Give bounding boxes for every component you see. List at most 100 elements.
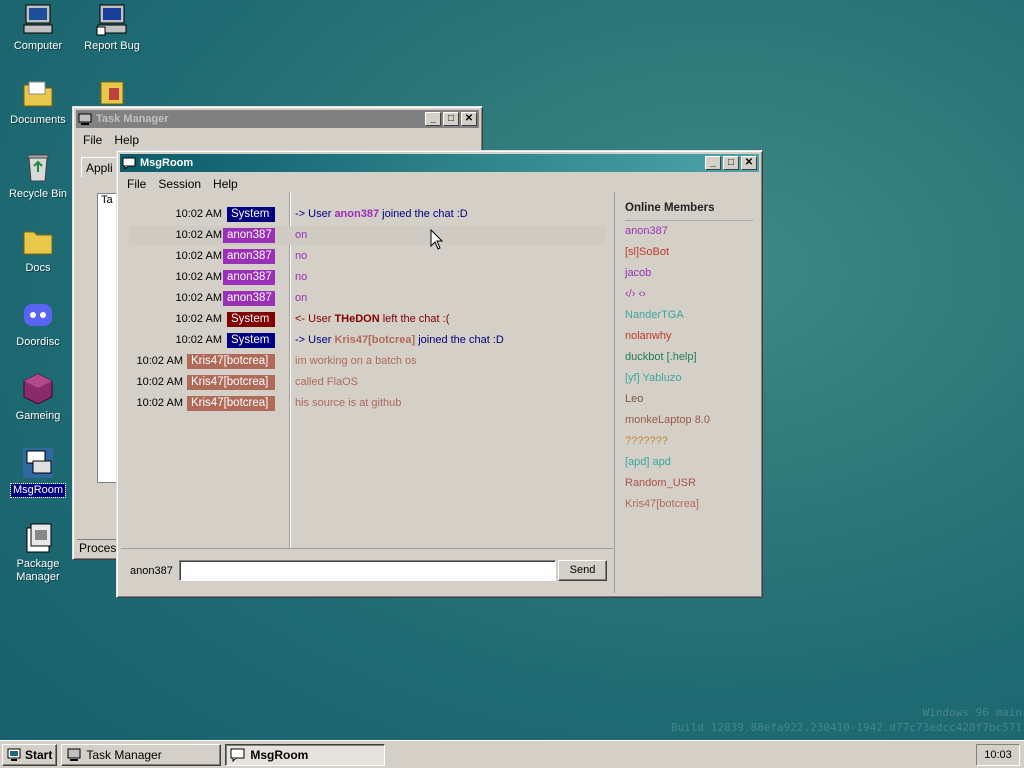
member-item[interactable]: nolanwhy bbox=[625, 326, 760, 347]
desktop-icon-gameing[interactable]: Gameing bbox=[0, 372, 76, 423]
desktop-icon-report-bug[interactable]: Report Bug bbox=[74, 2, 150, 53]
member-item[interactable]: Random_USR bbox=[625, 473, 760, 494]
member-item[interactable]: duckbot [.help] bbox=[625, 347, 760, 368]
task-list-header: Ta bbox=[101, 194, 113, 206]
message-user[interactable]: Kris47[botcrea] bbox=[334, 334, 415, 346]
taskbar-button-task-manager[interactable]: Task Manager bbox=[61, 743, 222, 766]
menu-file[interactable]: File bbox=[77, 133, 108, 147]
chat-message: 10:02 AM Kris47[botcrea] his source is a… bbox=[129, 394, 605, 413]
close-button[interactable]: ✕ bbox=[461, 112, 477, 126]
mouse-cursor-icon bbox=[430, 229, 444, 250]
system-tray-clock[interactable]: 10:03 bbox=[976, 744, 1020, 766]
message-user[interactable]: THeDON bbox=[334, 313, 379, 325]
desktop-icon-msgroom[interactable]: MsgRoom bbox=[0, 446, 76, 498]
message-user[interactable]: anon387 bbox=[334, 208, 379, 220]
desktop-icon-label: Report Bug bbox=[84, 40, 140, 52]
desktop-icon-docs[interactable]: Docs bbox=[0, 224, 76, 275]
member-list: anon387 [sl]SoBot jacob ‹/› ‹› NanderTGA nola… bbox=[615, 221, 760, 515]
member-item[interactable]: monkeLaptop 8.0 bbox=[625, 410, 760, 431]
chat-log[interactable]: 10:02 AM System -> User anon387 joined t… bbox=[121, 192, 614, 548]
member-item[interactable]: anon387 bbox=[625, 221, 760, 242]
desktop-icon-recycle-bin[interactable]: Recycle Bin bbox=[0, 150, 76, 201]
close-button[interactable]: ✕ bbox=[741, 156, 757, 170]
desktop-icon-documents[interactable]: Documents bbox=[0, 76, 76, 127]
message-time: 10:02 AM bbox=[175, 208, 222, 220]
menu-session[interactable]: Session bbox=[152, 177, 207, 191]
message-nick: Kris47[botcrea] bbox=[187, 396, 275, 411]
member-item[interactable]: jacob bbox=[625, 263, 760, 284]
maximize-button[interactable]: □ bbox=[723, 156, 739, 170]
status-processes: Process bbox=[77, 539, 123, 555]
member-item[interactable]: Kris47[botcrea] bbox=[625, 494, 760, 515]
member-item[interactable]: ‹/› ‹› bbox=[625, 284, 760, 305]
message-nick: anon387 bbox=[223, 291, 275, 306]
message-input[interactable] bbox=[179, 560, 556, 581]
computer-icon bbox=[21, 2, 55, 36]
folder-icon bbox=[21, 224, 55, 258]
message-time: 10:02 AM bbox=[175, 313, 222, 325]
game-cube-icon bbox=[21, 372, 55, 406]
desktop-icon-computer[interactable]: Computer bbox=[0, 2, 76, 53]
message-text: on bbox=[295, 229, 308, 241]
task-list[interactable]: Ta bbox=[97, 193, 117, 483]
message-nick: anon387 bbox=[223, 249, 275, 264]
message-time: 10:02 AM bbox=[175, 250, 222, 262]
member-item[interactable]: ??????? bbox=[625, 431, 760, 452]
start-label: Start bbox=[25, 747, 53, 762]
member-item[interactable]: Leo bbox=[625, 389, 760, 410]
report-bug-icon bbox=[95, 2, 129, 36]
folder-documents-icon bbox=[21, 76, 55, 110]
chat-message: 10:02 AM anon387 on bbox=[129, 226, 605, 245]
start-logo-icon bbox=[7, 748, 21, 762]
msgroom-title-icon bbox=[122, 157, 136, 171]
message-time: 10:02 AM bbox=[175, 271, 222, 283]
message-nick: anon387 bbox=[223, 228, 275, 243]
desktop-icon-label: Docs bbox=[25, 262, 51, 274]
menu-file[interactable]: File bbox=[121, 177, 152, 191]
msgroom-titlebar[interactable]: MsgRoom _ □ ✕ bbox=[120, 154, 759, 172]
task-manager-menubar: File Help bbox=[73, 131, 482, 149]
task-manager-titlebar[interactable]: Task Manager _ □ ✕ bbox=[76, 110, 479, 128]
message-time: 10:02 AM bbox=[136, 355, 183, 367]
desktop-icon-label: MsgRoom bbox=[9, 483, 67, 498]
menu-help[interactable]: Help bbox=[207, 177, 244, 191]
message-time: 10:02 AM bbox=[175, 229, 222, 241]
current-user-label: anon387 bbox=[130, 565, 173, 577]
taskbar-button-msgroom[interactable]: MsgRoom bbox=[225, 743, 386, 766]
message-nick: System bbox=[227, 333, 275, 348]
app-icon bbox=[95, 76, 129, 110]
member-item[interactable]: [apd] apd bbox=[625, 452, 760, 473]
minimize-button[interactable]: _ bbox=[425, 112, 441, 126]
member-item[interactable]: NanderTGA bbox=[625, 305, 760, 326]
build-watermark-line2: Build 12839.88efa922.230410-1942.d77c73e… bbox=[671, 721, 1022, 734]
member-item[interactable]: [yf] Yabluzo bbox=[625, 368, 760, 389]
member-item[interactable]: [sl]SoBot bbox=[625, 242, 760, 263]
minimize-button[interactable]: _ bbox=[705, 156, 721, 170]
desktop-icon-doordisc[interactable]: Doordisc bbox=[0, 298, 76, 349]
desktop-icon-label: Computer bbox=[13, 40, 63, 52]
doordisc-icon bbox=[21, 298, 55, 332]
taskbar: Start Task Manager MsgRoom 10:03 bbox=[0, 740, 1024, 768]
desktop-icon-label: Gameing bbox=[15, 410, 61, 422]
desktop-icon-label: Documents bbox=[10, 114, 66, 126]
message-text: -> User anon387 joined the chat :D bbox=[295, 208, 468, 220]
send-button[interactable]: Send bbox=[558, 560, 607, 581]
chat-message: 10:02 AM anon387 no bbox=[129, 268, 605, 287]
message-time: 10:02 AM bbox=[136, 397, 183, 409]
taskbar-button-label: MsgRoom bbox=[250, 747, 309, 762]
chat-message: 10:02 AM System <- User THeDON left the … bbox=[129, 310, 605, 329]
start-button[interactable]: Start bbox=[2, 743, 58, 766]
message-time: 10:02 AM bbox=[136, 376, 183, 388]
build-watermark-line1: Windows 96 main bbox=[922, 706, 1022, 719]
message-text: no bbox=[295, 250, 308, 262]
desktop-icon-package-manager[interactable]: Package Manager bbox=[0, 520, 76, 584]
msgroom-title: MsgRoom bbox=[140, 157, 194, 169]
online-members-header: Online Members bbox=[625, 202, 753, 221]
online-members-panel: Online Members anon387 [sl]SoBot jacob ‹/› … bbox=[614, 192, 760, 593]
message-time: 10:02 AM bbox=[175, 292, 222, 304]
msgroom-window[interactable]: MsgRoom _ □ ✕ File Session Help 10:02 AM… bbox=[116, 150, 763, 598]
maximize-button[interactable]: □ bbox=[443, 112, 459, 126]
menu-help[interactable]: Help bbox=[108, 133, 145, 147]
package-manager-icon bbox=[21, 520, 55, 554]
chat-message: 10:02 AM Kris47[botcrea] called FlaOS bbox=[129, 373, 605, 392]
